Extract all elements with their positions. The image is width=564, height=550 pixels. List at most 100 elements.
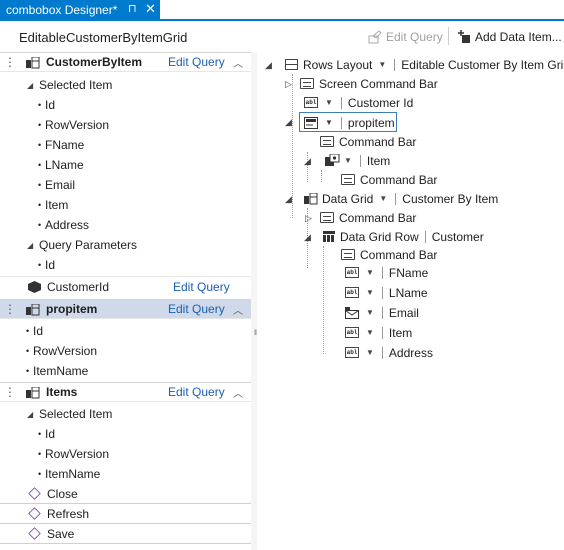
node-value: Editable Customer By Item Grid: [401, 57, 564, 72]
drag-grip-icon[interactable]: ⋮: [4, 55, 16, 69]
chevron-up-icon[interactable]: ︿: [233, 302, 243, 317]
dropdown-arrow-icon[interactable]: ▼: [366, 348, 374, 357]
tree-node-grid-command-bar[interactable]: Command Bar: [320, 208, 416, 227]
field-label: Id: [45, 98, 56, 112]
edit-query-label: Edit Query: [386, 30, 443, 44]
tree-node-data-grid[interactable]: Data Grid ▼ Customer By Item: [304, 189, 498, 208]
dropdown-arrow-icon[interactable]: ▼: [366, 288, 374, 297]
add-data-item-button[interactable]: Add Data Item...: [457, 28, 562, 46]
dropdown-arrow-icon[interactable]: ▼: [325, 98, 333, 107]
property-customerid[interactable]: CustomerId Edit Query: [0, 276, 251, 296]
command-bar-icon: [341, 249, 355, 260]
field-item[interactable]: • ItemName: [0, 464, 251, 484]
field-item[interactable]: • LName: [0, 155, 251, 175]
tree-node-item[interactable]: ▼ Item: [324, 151, 390, 170]
method-save[interactable]: Save: [0, 524, 251, 544]
dropdown-arrow-icon[interactable]: ▼: [366, 268, 374, 277]
tree-node-column-item[interactable]: abl ▼ Item: [345, 323, 412, 342]
field-item[interactable]: • Id: [0, 321, 251, 341]
close-icon[interactable]: ✕: [145, 1, 156, 17]
dropdown-arrow-icon[interactable]: ▼: [325, 118, 333, 127]
bullet-icon: •: [38, 160, 42, 170]
collapsed-triangle-icon[interactable]: ▷: [305, 213, 312, 224]
query-header-propitem[interactable]: ⋮ propitem Edit Query ︿: [0, 299, 251, 319]
expanded-triangle-icon[interactable]: ◢: [304, 232, 311, 243]
pin-icon[interactable]: ⊓: [128, 2, 137, 15]
field-item[interactable]: • ItemName: [0, 361, 251, 381]
query-header-items[interactable]: ⋮ Items Edit Query ︿: [0, 382, 251, 402]
tree-node-column-fname[interactable]: abl ▼ FName: [345, 263, 428, 282]
selected-item-node[interactable]: ◢ Selected Item: [0, 75, 251, 95]
dropdown-arrow-icon[interactable]: ▼: [366, 308, 374, 317]
field-item[interactable]: • Id: [0, 95, 251, 115]
tree-node-data-grid-row[interactable]: Data Grid Row Customer: [323, 227, 484, 246]
dropdown-arrow-icon[interactable]: ▼: [379, 194, 387, 203]
node-separator: [424, 230, 426, 243]
textbox-icon: abl: [345, 347, 359, 358]
bullet-icon: •: [38, 180, 42, 190]
data-grid-icon: [304, 192, 318, 204]
field-item[interactable]: • Address: [0, 215, 251, 235]
field-item[interactable]: • Item: [0, 195, 251, 215]
expanded-triangle-icon[interactable]: ◢: [27, 241, 33, 250]
dropdown-arrow-icon[interactable]: ▼: [378, 60, 386, 69]
tab-combobox-designer[interactable]: combobox Designer* ⊓ ✕: [0, 0, 160, 19]
method-label: Save: [47, 526, 75, 541]
tree-node-screen-command-bar[interactable]: Screen Command Bar: [300, 74, 438, 93]
edit-query-link[interactable]: Edit Query: [168, 55, 225, 69]
query-title: CustomerByItem: [46, 55, 143, 69]
method-refresh[interactable]: Refresh: [0, 504, 251, 524]
tree-node-item-command-bar[interactable]: Command Bar: [341, 170, 437, 189]
designer-header: EditableCustomerByItemGrid Edit Query Ad…: [0, 21, 564, 49]
node-label: Address: [388, 345, 433, 360]
drag-grip-icon[interactable]: ⋮: [4, 385, 16, 399]
tree-node-column-address[interactable]: abl ▼ Address: [345, 343, 433, 362]
tree-node-column-lname[interactable]: abl ▼ LName: [345, 283, 428, 302]
field-item[interactable]: • RowVersion: [0, 115, 251, 135]
query-title: propitem: [46, 302, 98, 316]
expanded-triangle-icon[interactable]: ◢: [27, 410, 33, 419]
field-item[interactable]: • Email: [0, 175, 251, 195]
node-label: Item: [366, 153, 391, 168]
field-label: FName: [45, 138, 85, 152]
query-parameters-node[interactable]: ◢ Query Parameters: [0, 235, 251, 255]
expanded-triangle-icon[interactable]: ◢: [304, 156, 311, 167]
node-separator: [381, 286, 383, 299]
tree-node-rows-layout[interactable]: Rows Layout ▼ Editable Customer By Item …: [285, 55, 564, 74]
bullet-icon: •: [26, 366, 30, 376]
collapsed-triangle-icon[interactable]: ▷: [285, 79, 292, 90]
selected-item-node[interactable]: ◢ Selected Item: [0, 404, 251, 424]
expanded-triangle-icon[interactable]: ◢: [265, 60, 272, 71]
node-separator: [340, 116, 342, 129]
field-item[interactable]: • RowVersion: [0, 341, 251, 361]
node-value: Customer: [431, 229, 484, 244]
field-item[interactable]: • FName: [0, 135, 251, 155]
dropdown-arrow-icon[interactable]: ▼: [366, 328, 374, 337]
tree-node-column-email[interactable]: ▼ Email: [345, 303, 419, 322]
dropdown-arrow-icon[interactable]: ▼: [344, 156, 352, 165]
edit-query-link[interactable]: Edit Query: [173, 280, 230, 294]
expanded-triangle-icon[interactable]: ◢: [285, 117, 292, 128]
chevron-up-icon[interactable]: ︿: [233, 55, 243, 70]
selected-item-label: Selected Item: [39, 407, 113, 421]
method-icon: [28, 487, 41, 500]
tree-node-command-bar[interactable]: Command Bar: [320, 132, 416, 151]
field-item[interactable]: • RowVersion: [0, 444, 251, 464]
expanded-triangle-icon[interactable]: ◢: [285, 194, 292, 205]
expanded-triangle-icon[interactable]: ◢: [27, 81, 33, 90]
chevron-up-icon[interactable]: ︿: [233, 385, 243, 400]
edit-query-button[interactable]: Edit Query: [368, 28, 443, 46]
drag-grip-icon[interactable]: ⋮: [4, 302, 16, 316]
node-label: Command Bar: [360, 247, 438, 262]
tree-node-propitem[interactable]: ▼ propitem: [304, 113, 395, 132]
edit-query-link[interactable]: Edit Query: [168, 302, 225, 316]
field-item[interactable]: • Id: [0, 424, 251, 444]
method-close[interactable]: Close: [0, 484, 251, 504]
node-separator: [381, 266, 383, 279]
edit-query-link[interactable]: Edit Query: [168, 385, 225, 399]
tree-node-customer-id[interactable]: abl ▼ Customer Id: [304, 93, 413, 112]
bullet-icon: •: [38, 120, 42, 130]
query-header-customerbyitem[interactable]: ⋮ CustomerByItem Edit Query ︿: [0, 52, 251, 72]
parameter-item[interactable]: • Id: [0, 255, 251, 275]
tree-node-row-command-bar[interactable]: Command Bar: [341, 245, 437, 264]
